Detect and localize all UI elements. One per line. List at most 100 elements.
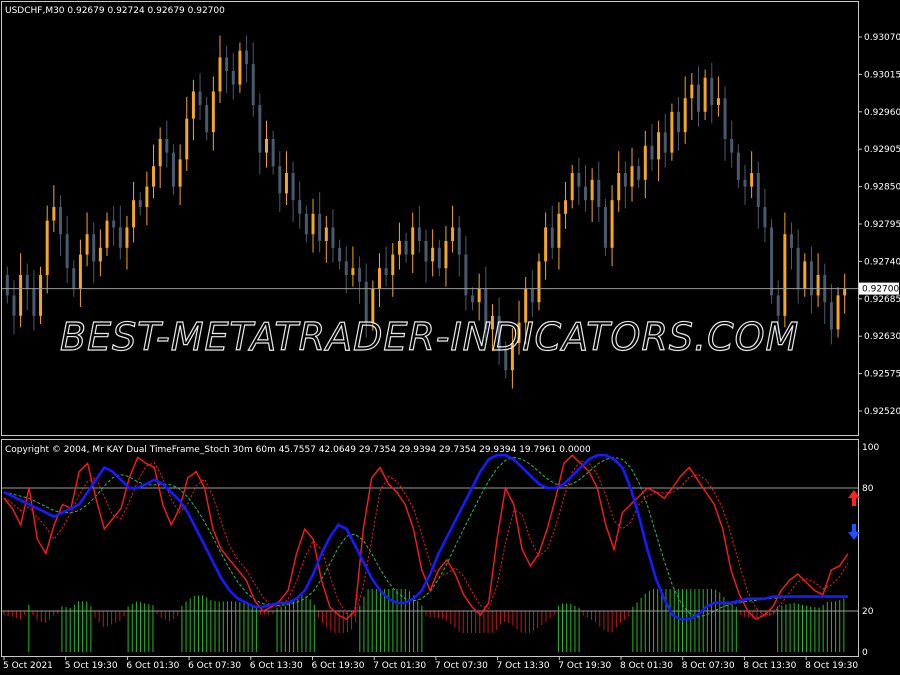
price-tick-label: 0.92960 [864,108,900,118]
candle-body [19,275,23,316]
candle-body [557,213,561,248]
candle-body [451,227,455,241]
candle-body [809,261,813,296]
candle-body [165,139,169,153]
candle-body [763,207,767,228]
candle-body [437,247,441,269]
candle-body [564,200,568,214]
candle-body [843,288,847,296]
candle-body [770,227,774,296]
candle-body [577,173,581,187]
candle-body [92,234,96,262]
time-tick-label: 8 Oct 07:30 [682,661,735,671]
candle-body [623,173,627,187]
price-tick-label: 0.92795 [864,220,900,230]
candle-body [58,207,62,235]
candle-body [597,179,601,207]
time-tick-label: 5 Oct 19:30 [65,661,118,671]
candle-body [25,275,29,289]
candle-body [85,234,89,255]
candle-body [377,268,381,289]
candle-body [696,84,700,112]
time-tick-label: 7 Oct 01:30 [373,661,426,671]
candle-body [245,50,249,65]
candle-body [138,200,142,207]
candle-body [298,200,302,214]
candle-body [650,145,654,160]
candle-body [683,98,687,133]
candle-body [444,241,448,269]
time-tick-label: 7 Oct 19:30 [558,661,611,671]
time-tick-label: 8 Oct 13:30 [743,661,796,671]
candle-body [318,213,322,241]
candle-body [171,152,175,187]
candle-body [643,145,647,180]
candle-body [537,261,541,303]
candle-body [610,200,614,248]
candle-body [52,207,56,221]
symbol-header: USDCHF,M30 0.92679 0.92724 0.92679 0.927… [5,6,225,16]
candle-body [670,111,674,153]
candle-body [723,98,727,139]
time-tick-label: 7 Oct 13:30 [497,661,550,671]
indicator-header: Copyright © 2004, Mr KAY Dual TimeFrame_… [5,445,591,455]
watermark: BEST-METATRADER-INDICATORS.COM [60,315,799,359]
candle-body [384,268,388,275]
candle-body [464,254,468,296]
candle-body [677,111,681,133]
candle-body [304,213,308,235]
candle-body [198,91,202,105]
price-tick-label: 0.92850 [864,183,900,193]
candle-body [570,173,574,201]
candle-body [45,220,49,275]
candle-body [790,234,794,248]
candle-body [65,234,69,269]
candle-body [690,84,694,99]
candle-body [750,173,754,187]
candle-body [118,227,122,248]
price-tick-label: 0.92630 [864,332,900,342]
candle-body [251,64,255,105]
candle-body [125,227,129,248]
candle-body [12,295,16,316]
candle-body [284,173,288,194]
candle-body [803,261,807,289]
candle-body [431,247,435,262]
candle-body [391,254,395,275]
candle-body [311,213,315,235]
candle-body [291,173,295,201]
candle-body [158,139,162,167]
candle-body [703,77,707,112]
stoch-tick-label: 20 [862,607,874,617]
candle-body [112,220,116,228]
time-tick-label: 6 Oct 13:30 [250,661,303,671]
current-price-label: 0.92700 [862,285,899,295]
candle-body [344,261,348,275]
price-tick-label: 0.92905 [864,145,900,155]
candle-body [816,275,820,296]
candle-body [178,159,182,187]
stoch-tick-label: 100 [862,443,879,453]
candle-body [98,247,102,262]
candle-body [331,227,335,248]
candle-body [583,186,587,201]
candle-body [351,268,355,275]
candle-body [730,139,734,153]
candle-body [710,77,714,105]
time-tick-label: 6 Oct 01:30 [126,661,179,671]
candle-body [185,118,189,160]
candle-body [617,173,621,201]
price-tick-label: 0.93015 [864,70,900,80]
candle-body [39,275,43,316]
candle-body [218,57,222,92]
candle-body [152,166,156,187]
candle-body [477,288,481,303]
stoch-tick-label: 0 [862,648,868,658]
candle-body [471,295,475,303]
candle-body [783,234,787,316]
candle-body [716,98,720,105]
chart-window[interactable]: BEST-METATRADER-INDICATORS.COM USDCHF,M3… [0,0,900,675]
candle-body [776,295,780,316]
candle-body [265,139,269,153]
price-tick-label: 0.92740 [864,257,900,267]
